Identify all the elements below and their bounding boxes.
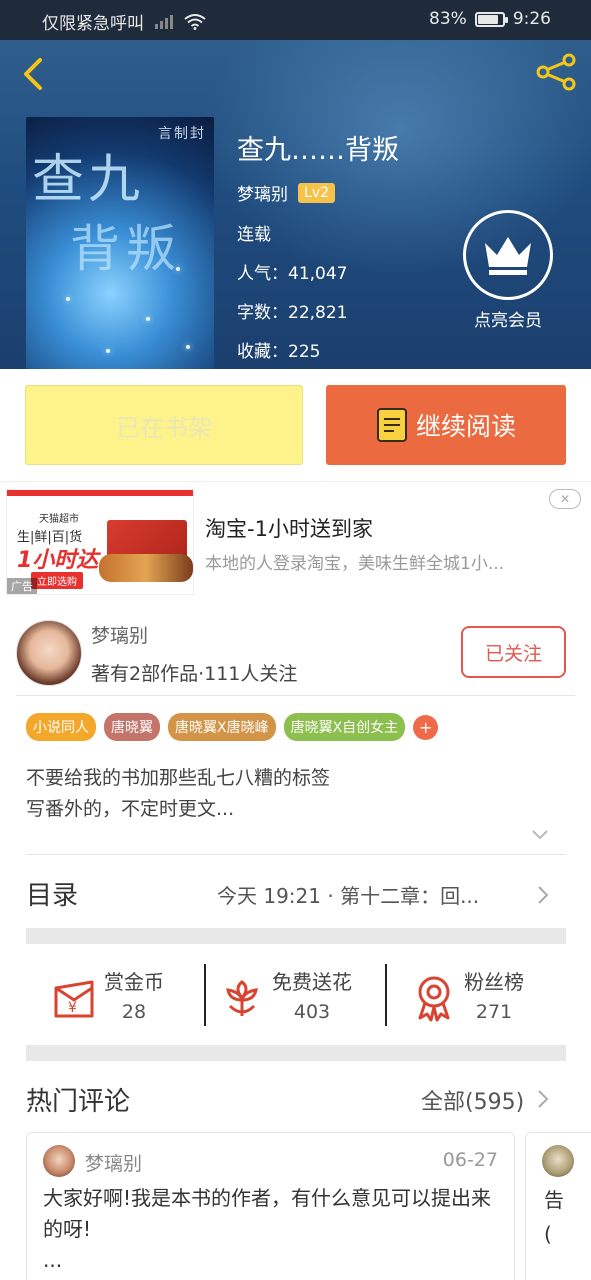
tag-pill[interactable]: 唐晓翼X唐晓峰	[168, 713, 276, 741]
comment-date: 06-27	[442, 1149, 498, 1171]
in-shelf-label: 已在书架	[116, 413, 212, 442]
vip-label: 点亮会员	[474, 311, 542, 331]
favorites-value: 225	[288, 342, 321, 362]
battery-icon	[474, 11, 508, 27]
toc-latest-chapter[interactable]: 今天 19:21 · 第十二章：回...	[217, 880, 479, 909]
share-icon[interactable]	[535, 52, 579, 92]
toc-title[interactable]: 目录	[26, 875, 78, 912]
author-panel-name[interactable]: 梦璃别	[91, 621, 148, 648]
signal-icon	[155, 14, 173, 29]
level-badge: Lv2	[298, 182, 335, 203]
book-icon	[376, 408, 407, 442]
serial-status: 连载	[237, 225, 271, 245]
cover-title-bottom: 背叛	[70, 220, 182, 278]
clock: 9:26	[512, 9, 551, 29]
hot-comments-title: 热门评论	[26, 1087, 131, 1117]
book-header: 言制封 查九 背叛 查九……背叛 梦璃别 Lv2 连载 人气：41,047 字数…	[0, 40, 591, 369]
wifi-icon	[184, 13, 206, 30]
avatar[interactable]	[16, 620, 82, 686]
cover-corner-text: 言制封	[158, 126, 206, 142]
popularity-value: 41,047	[288, 264, 348, 284]
author-name[interactable]: 梦璃别	[237, 180, 288, 205]
fan-ranking-value: 271	[475, 1001, 513, 1023]
chevron-right-icon[interactable]	[537, 1089, 549, 1109]
ad-banner[interactable]: 天猫超市 生|鲜|百|货 1小时达 立即选购 广告 淘宝-1小时送到家 本地的人…	[0, 481, 591, 607]
in-shelf-button[interactable]: 已在书架	[25, 385, 303, 465]
word-count-stat: 字数：22,821	[237, 303, 348, 323]
reward-coins-value: 28	[121, 1001, 147, 1023]
tag-list: 小说同人 唐晓翼 唐晓翼X唐晓峰 唐晓翼X自创女主 +	[26, 713, 439, 741]
book-description[interactable]: 不要给我的书加那些乱七八糟的标签 写番外的，不定时更文...	[26, 763, 330, 825]
follow-button[interactable]: 已关注	[461, 626, 566, 678]
carrier-label: 仅限紧急呼叫	[42, 14, 144, 34]
flower-icon	[226, 980, 258, 1016]
chevron-down-icon[interactable]	[531, 829, 549, 841]
author-row: 梦璃别 Lv2	[237, 180, 335, 205]
popularity-stat: 人气：41,047	[237, 264, 348, 284]
comment-card[interactable]: 告 (	[525, 1132, 591, 1280]
ad-title: 淘宝-1小时送到家	[205, 517, 373, 541]
comment-more: ...	[43, 1248, 63, 1272]
action-bar: 已在书架 继续阅读	[0, 369, 591, 481]
avatar[interactable]	[542, 1145, 574, 1177]
word-count-value: 22,821	[288, 303, 348, 323]
stats-row: ¥ 赏金币 28 免费送花 403 粉丝榜 271	[26, 944, 566, 1046]
tag-pill[interactable]: 唐晓翼X自创女主	[283, 713, 406, 741]
ad-image[interactable]: 天猫超市 生|鲜|百|货 1小时达 立即选购 广告	[6, 489, 194, 595]
continue-reading-label: 继续阅读	[415, 412, 516, 441]
follow-label: 已关注	[484, 642, 542, 665]
add-tag-button[interactable]: +	[413, 714, 439, 740]
ad-image-headline: 1小时达	[17, 548, 99, 573]
vip-button[interactable]: 点亮会员	[463, 210, 553, 331]
ad-tag: 广告	[7, 578, 37, 594]
cover-title-top: 查九	[32, 150, 145, 210]
crown-icon	[485, 237, 531, 275]
book-title: 查九……背叛	[237, 135, 399, 166]
details-section: 梦璃别 著有2部作品·111人关注 已关注 小说同人 唐晓翼 唐晓翼X唐晓峰 唐晓翼X…	[0, 607, 591, 1280]
ad-description: 本地的人登录淘宝，美味生鲜全城1小...	[205, 554, 505, 574]
all-comments-link[interactable]: 全部(595)	[421, 1084, 524, 1116]
medal-icon	[418, 976, 450, 1022]
status-bar: 仅限紧急呼叫 83% 9:26	[0, 0, 591, 40]
close-icon[interactable]: ✕	[549, 489, 581, 509]
comment-text: 大家好啊!我是本书的作者，有什么意见可以提出来的呀! ...	[43, 1183, 503, 1276]
favorites-stat: 收藏：225	[237, 342, 321, 362]
description-line: 不要给我的书加那些乱七八糟的标签	[26, 767, 331, 789]
comment-body: 大家好啊!我是本书的作者，有什么意见可以提出来的呀!	[43, 1186, 492, 1241]
avatar[interactable]	[43, 1145, 75, 1177]
fan-ranking-label: 粉丝榜	[464, 970, 524, 994]
comment-text: 告 (	[544, 1188, 564, 1246]
reward-coins-label: 赏金币	[104, 970, 164, 994]
continue-reading-button[interactable]: 继续阅读	[326, 385, 566, 465]
comment-user[interactable]: 梦璃别	[85, 1149, 142, 1176]
tag-pill[interactable]: 唐晓翼	[104, 713, 160, 741]
author-panel-stats: 著有2部作品·111人关注	[91, 663, 298, 685]
chevron-right-icon[interactable]	[537, 885, 549, 905]
tag-pill[interactable]: 小说同人	[26, 713, 96, 741]
send-flowers-label: 免费送花	[272, 970, 352, 994]
back-arrow-icon[interactable]	[16, 54, 50, 94]
description-line: 写番外的，不定时更文...	[26, 798, 235, 820]
send-flowers-value: 403	[293, 1001, 331, 1023]
battery-percent: 83%	[429, 9, 467, 29]
ad-image-brand: 天猫超市	[39, 514, 79, 525]
coin-envelope-icon: ¥	[54, 980, 94, 1018]
book-cover[interactable]: 言制封 查九 背叛	[26, 117, 214, 369]
ad-image-button: 立即选购	[31, 572, 83, 589]
comment-card[interactable]: 梦璃别 06-27 大家好啊!我是本书的作者，有什么意见可以提出来的呀! ...	[26, 1132, 515, 1280]
svg-text:¥: ¥	[68, 1000, 77, 1016]
